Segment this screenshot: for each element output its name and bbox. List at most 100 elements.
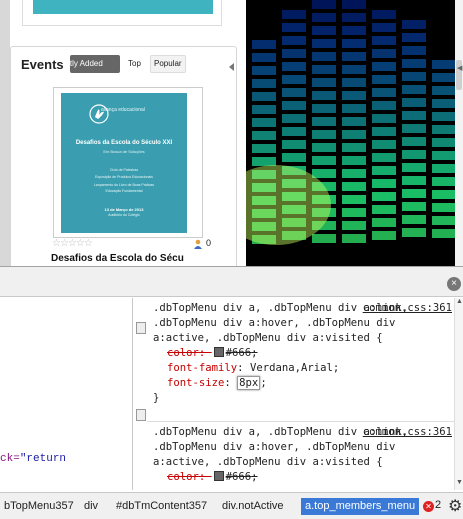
property-value[interactable]: #666	[226, 471, 252, 483]
equalizer-bar	[342, 156, 366, 165]
equalizer-bar	[402, 202, 426, 211]
dom-node-line[interactable]: ck="return	[0, 453, 66, 465]
devtools-panel: × ck="return common.css:361 .dbTopMenu d…	[0, 266, 463, 519]
breadcrumb-item-active[interactable]: a.top_members_menu	[301, 498, 420, 515]
equalizer-bar	[342, 143, 366, 152]
equalizer-bar	[342, 117, 366, 126]
page-scrollbar[interactable]	[455, 0, 463, 266]
equalizer-bar	[432, 229, 455, 238]
equalizer-bar	[342, 208, 366, 217]
equalizer-image	[246, 0, 455, 266]
color-swatch-icon[interactable]	[213, 347, 224, 357]
equalizer-bar	[312, 156, 336, 165]
equalizer-bar	[432, 216, 455, 225]
equalizer-bar	[312, 13, 336, 22]
poster-line: Educação Fundamental	[105, 189, 143, 193]
gear-icon[interactable]: ⚙	[448, 496, 462, 516]
rule-source-link[interactable]: common.css:361	[363, 425, 452, 440]
equalizer-bar	[342, 52, 366, 61]
breadcrumb-item[interactable]: bTopMenu357	[0, 498, 78, 515]
rating-stars[interactable]: ☆☆☆☆☆	[52, 238, 93, 249]
styles-scrollbar[interactable]: ▲ ▼	[454, 298, 463, 490]
equalizer-bar	[402, 124, 426, 133]
tab-recently-added[interactable]: ently Added	[70, 55, 120, 73]
teal-banner[interactable]	[33, 0, 213, 14]
styles-pane[interactable]: common.css:361 .dbTopMenu div a, .dbTopM…	[147, 298, 454, 490]
events-title: Events	[21, 57, 64, 72]
equalizer-bar	[282, 127, 306, 136]
property-name[interactable]: font-family	[167, 362, 237, 374]
carousel-prev-arrow-icon[interactable]	[229, 63, 234, 71]
equalizer-bar	[372, 10, 396, 19]
equalizer-bar	[372, 36, 396, 45]
equalizer-bar	[342, 65, 366, 74]
declaration-font-size[interactable]: font-size: 8px;	[153, 376, 454, 391]
equalizer-bar	[282, 88, 306, 97]
equalizer-bar	[402, 176, 426, 185]
property-name[interactable]: color:	[167, 347, 212, 359]
equalizer-bar	[282, 114, 306, 123]
rule-source-link[interactable]: common.css:361	[363, 301, 452, 316]
event-name-link[interactable]: Desafios da Escola do Sécu	[51, 253, 184, 264]
equalizer-bar	[342, 91, 366, 100]
banner-frame	[22, 0, 222, 26]
scroll-up-icon[interactable]: ▲	[456, 298, 463, 305]
poster-place: Auditório do Colégio	[108, 213, 140, 217]
equalizer-bar	[402, 46, 426, 55]
equalizer-bar	[312, 143, 336, 152]
equalizer-bar	[282, 101, 306, 110]
equalizer-bar	[312, 65, 336, 74]
tab-popular[interactable]: Popular	[150, 55, 186, 73]
equalizer-bar	[372, 153, 396, 162]
equalizer-bar	[432, 151, 455, 160]
property-value[interactable]: Verdana,Arial	[250, 362, 333, 374]
error-count[interactable]: 2	[435, 499, 441, 511]
property-name[interactable]: color:	[167, 471, 212, 483]
equalizer-bar	[342, 0, 366, 9]
equalizer-bar	[402, 150, 426, 159]
poster-subtitle: Em Busca de Soluções	[103, 149, 145, 154]
equalizer-bar	[372, 62, 396, 71]
equalizer-bar	[282, 49, 306, 58]
equalizer-bar	[372, 23, 396, 32]
equalizer-bar	[372, 114, 396, 123]
equalizer-bar	[252, 118, 276, 127]
css-rule[interactable]: common.css:361 .dbTopMenu div a, .dbTopM…	[147, 301, 454, 406]
css-rule[interactable]: common.css:361 .dbTopMenu div a, .dbTopM…	[147, 421, 454, 485]
breadcrumb-item[interactable]: #dbTmContent357	[112, 498, 211, 515]
color-swatch-icon[interactable]	[213, 471, 224, 481]
equalizer-bar	[282, 62, 306, 71]
equalizer-bar	[372, 231, 396, 240]
tab-top[interactable]: Top	[125, 55, 144, 73]
splitter-grip-icon[interactable]	[136, 322, 146, 334]
dom-attr-value: "return	[19, 453, 67, 465]
equalizer-bar	[402, 215, 426, 224]
equalizer-bar	[372, 179, 396, 188]
declaration-font-family[interactable]: font-family: Verdana,Arial;	[153, 361, 454, 376]
scroll-down-icon[interactable]: ▼	[456, 479, 463, 486]
declaration-color[interactable]: color: #666;	[153, 346, 454, 361]
equalizer-bar	[312, 130, 336, 139]
event-poster-image[interactable]: aliança educacional Desafios da Escola d…	[61, 93, 187, 233]
error-icon[interactable]: ✕	[423, 501, 434, 512]
declaration-color[interactable]: color: #666;	[153, 470, 454, 485]
poster-date: 13 de Março de 2013	[104, 207, 144, 212]
equalizer-bar	[432, 86, 455, 95]
equalizer-bar	[312, 169, 336, 178]
left-gutter	[0, 0, 10, 266]
chevron-left-icon[interactable]: ◀	[457, 64, 462, 72]
property-name[interactable]: font-size	[167, 377, 224, 389]
close-devtools-button[interactable]: ×	[447, 277, 461, 291]
equalizer-bar	[342, 169, 366, 178]
elements-tree[interactable]: ck="return	[0, 298, 133, 490]
breadcrumb-item[interactable]: div.notActive	[218, 498, 288, 515]
property-value[interactable]: #666	[226, 347, 252, 359]
tab-recently-added-label: ently Added	[70, 59, 103, 68]
equalizer-bar	[342, 221, 366, 230]
property-value-editor[interactable]: 8px	[237, 376, 261, 390]
event-card[interactable]: aliança educacional Desafios da Escola d…	[53, 87, 203, 238]
left-column: Events ently Added Top Popular aliança e…	[0, 0, 246, 266]
equalizer-bar	[312, 117, 336, 126]
breadcrumb-item[interactable]: div	[80, 498, 102, 515]
splitter-grip-icon[interactable]	[136, 409, 146, 421]
